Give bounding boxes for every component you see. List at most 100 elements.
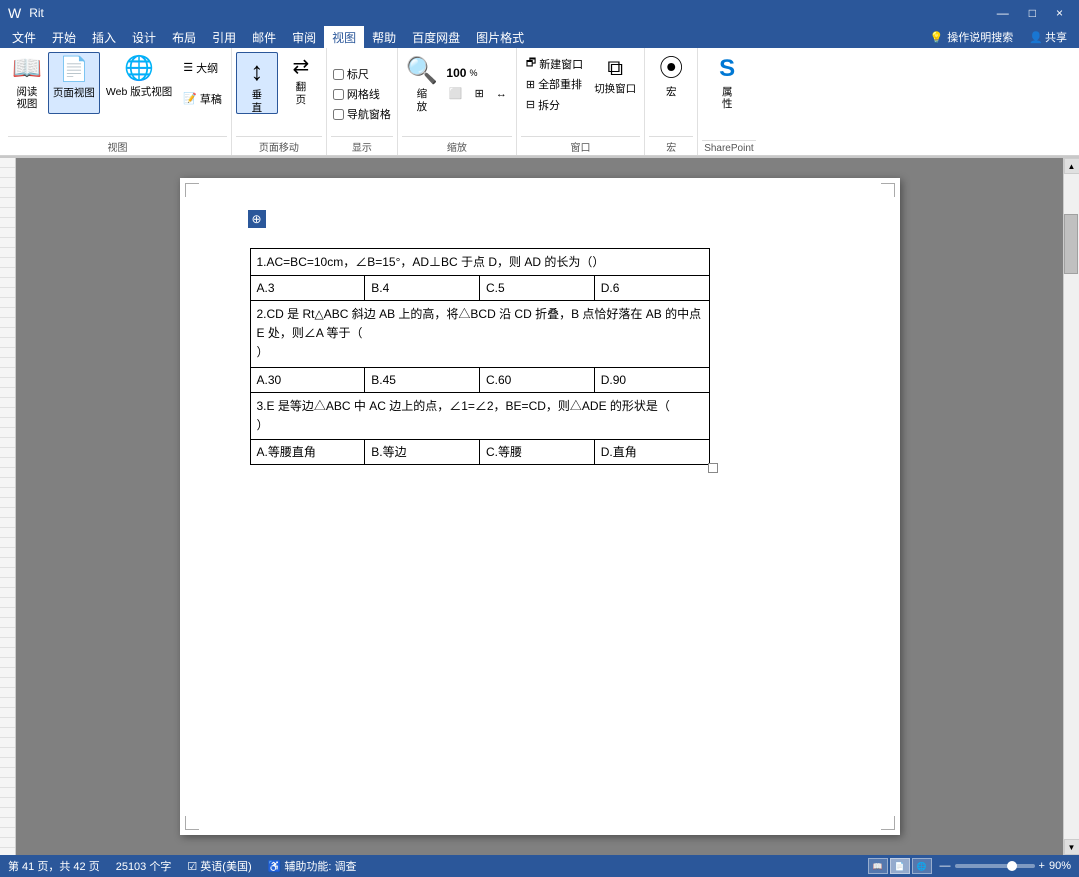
scroll-up-btn[interactable]: ▲ bbox=[1064, 158, 1079, 174]
zoom-minus-btn[interactable]: — bbox=[940, 860, 951, 872]
option-2b: B.45 bbox=[365, 367, 480, 392]
ruler-checkbox[interactable]: 标尺 bbox=[331, 65, 371, 83]
document-area[interactable]: ⊕ 1.AC=BC=10cm，∠B=15°，AD⊥BC 于点 D，则 AD 的长… bbox=[16, 158, 1063, 855]
zoom-level: 90% bbox=[1049, 860, 1071, 872]
ribbon-group-zoom: 🔍 缩放 100 % ⬜ ⊞ bbox=[398, 48, 517, 155]
share-btn[interactable]: 👤 共享 bbox=[1021, 29, 1075, 45]
window-controls: — □ × bbox=[989, 6, 1071, 20]
one-page-btn[interactable]: ⬜ bbox=[444, 84, 468, 103]
web-layout-status-btn[interactable]: 🌐 bbox=[912, 858, 932, 874]
read-mode-status-btn[interactable]: 📖 bbox=[868, 858, 888, 874]
accessibility-indicator: ♿ 辅助功能: 调查 bbox=[268, 858, 357, 874]
multi-page-btn[interactable]: ⊞ bbox=[470, 84, 489, 103]
nav-checkbox[interactable]: 导航窗格 bbox=[331, 105, 393, 123]
web-view-icon: 🌐 bbox=[124, 55, 154, 84]
menu-baidu[interactable]: 百度网盘 bbox=[404, 26, 468, 48]
question-table: 1.AC=BC=10cm，∠B=15°，AD⊥BC 于点 D，则 AD 的长为（… bbox=[250, 248, 710, 465]
scroll-down-btn[interactable]: ▼ bbox=[1064, 839, 1079, 855]
question-2: 2.CD 是 Rt△ABC 斜边 AB 上的高，将△BCD 沿 CD 折叠，B … bbox=[250, 301, 709, 368]
menu-help[interactable]: 帮助 bbox=[364, 26, 404, 48]
ribbon-group-window: 🗗 新建窗口 ⊞ 全部重排 ⊟ 拆分 ⧉ 切换窗口 bbox=[517, 48, 645, 155]
new-window-icon: 🗗 bbox=[526, 54, 536, 73]
scroll-track[interactable] bbox=[1064, 174, 1079, 839]
grid-check-input[interactable] bbox=[333, 89, 344, 100]
read-view-btn[interactable]: 📖 阅读视图 bbox=[8, 52, 46, 114]
menu-home[interactable]: 开始 bbox=[44, 26, 84, 48]
page-view-icon: 📄 bbox=[59, 56, 89, 85]
option-2a: A.30 bbox=[250, 367, 365, 392]
share-icon: 👤 bbox=[1029, 31, 1043, 44]
table-move-handle[interactable]: ⊕ bbox=[248, 210, 266, 228]
ruler-check-input[interactable] bbox=[333, 69, 344, 80]
vertical-ruler bbox=[0, 158, 16, 855]
menu-bar: 文件 开始 插入 设计 布局 引用 邮件 审阅 视图 帮助 百度网盘 图片格式 … bbox=[0, 26, 1079, 48]
table-row: 1.AC=BC=10cm，∠B=15°，AD⊥BC 于点 D，则 AD 的长为（… bbox=[250, 249, 709, 276]
page-width-btn[interactable]: ↔ bbox=[491, 84, 512, 103]
one-page-icon: ⬜ bbox=[449, 87, 463, 100]
switch-window-btn[interactable]: ⧉ 切换窗口 bbox=[590, 52, 640, 114]
menu-mailings[interactable]: 邮件 bbox=[244, 26, 284, 48]
lang-indicator: ☑ 英语(美国) bbox=[187, 858, 251, 874]
zoom-100-btn[interactable]: 100 % bbox=[444, 63, 480, 82]
ribbon-body: 📖 阅读视图 📄 页面视图 🌐 Web 版式视图 ☰ 大纲 bbox=[0, 48, 1079, 156]
option-2d: D.90 bbox=[594, 367, 709, 392]
table-row: A.3 B.4 C.5 D.6 bbox=[250, 276, 709, 301]
option-3a: A.等腰直角 bbox=[250, 439, 365, 464]
read-view-icon: 📖 bbox=[12, 55, 42, 84]
arrange-all-btn[interactable]: ⊞ 全部重排 bbox=[521, 75, 588, 94]
vertical-scrollbar: ▲ ▼ bbox=[1063, 158, 1079, 855]
split-icon: ⊟ bbox=[526, 98, 535, 111]
draft-btn[interactable]: 📝 草稿 bbox=[178, 89, 227, 108]
grid-checkbox[interactable]: 网格线 bbox=[331, 85, 382, 103]
print-layout-status-btn[interactable]: 📄 bbox=[890, 858, 910, 874]
split-btn[interactable]: ⊟ 拆分 bbox=[521, 96, 588, 115]
close-btn[interactable]: × bbox=[1048, 6, 1071, 20]
ribbon: 📖 阅读视图 📄 页面视图 🌐 Web 版式视图 ☰ 大纲 bbox=[0, 48, 1079, 158]
multi-page-icon: ⊞ bbox=[475, 87, 484, 100]
menu-review[interactable]: 审阅 bbox=[284, 26, 324, 48]
flip-page-icon: ⇄ bbox=[293, 55, 310, 79]
table-resize-handle[interactable] bbox=[708, 463, 718, 473]
word-count: 25103 个字 bbox=[116, 858, 172, 874]
option-1b: B.4 bbox=[365, 276, 480, 301]
zoom-plus-btn[interactable]: + bbox=[1039, 860, 1045, 872]
zoom-btn[interactable]: 🔍 缩放 bbox=[402, 52, 442, 114]
table-container: ⊕ 1.AC=BC=10cm，∠B=15°，AD⊥BC 于点 D，则 AD 的长… bbox=[250, 228, 710, 465]
new-window-btn[interactable]: 🗗 新建窗口 bbox=[521, 54, 588, 73]
table-row: A.30 B.45 C.60 D.90 bbox=[250, 367, 709, 392]
page-view-btn[interactable]: 📄 页面视图 bbox=[48, 52, 100, 114]
page-width-icon: ↔ bbox=[496, 88, 507, 100]
zoom-thumb[interactable] bbox=[1007, 861, 1017, 871]
minimize-btn[interactable]: — bbox=[989, 6, 1017, 20]
arrange-all-icon: ⊞ bbox=[526, 78, 535, 91]
menu-picture-format[interactable]: 图片格式 bbox=[468, 26, 532, 48]
menu-design[interactable]: 设计 bbox=[124, 26, 164, 48]
search-box[interactable]: 💡 操作说明搜索 bbox=[922, 29, 1022, 45]
option-1c: C.5 bbox=[480, 276, 595, 301]
menu-file[interactable]: 文件 bbox=[4, 26, 44, 48]
vertical-btn[interactable]: ↕ 垂直 bbox=[236, 52, 278, 114]
menu-layout[interactable]: 布局 bbox=[164, 26, 204, 48]
web-view-btn[interactable]: 🌐 Web 版式视图 bbox=[102, 52, 176, 114]
menu-view[interactable]: 视图 bbox=[324, 26, 364, 48]
table-row: 3.E 是等边△ABC 中 AC 边上的点，∠1=∠2，BE=CD，则△ADE … bbox=[250, 392, 709, 439]
menu-references[interactable]: 引用 bbox=[204, 26, 244, 48]
scroll-thumb[interactable] bbox=[1064, 214, 1078, 274]
ribbon-group-sharepoint: S 属性 SharePoint bbox=[698, 48, 759, 155]
macro-btn[interactable]: ⦿ 宏 bbox=[649, 52, 693, 114]
option-3b: B.等边 bbox=[365, 439, 480, 464]
title-text: Rit bbox=[29, 6, 44, 20]
outline-btn[interactable]: ☰ 大纲 bbox=[178, 58, 227, 77]
option-2c: C.60 bbox=[480, 367, 595, 392]
option-3c: C.等腰 bbox=[480, 439, 595, 464]
zoom-label: 缩放 bbox=[402, 136, 512, 155]
flip-page-btn[interactable]: ⇄ 翻页 bbox=[280, 52, 322, 114]
nav-check-input[interactable] bbox=[333, 109, 344, 120]
ribbon-group-view: 📖 阅读视图 📄 页面视图 🌐 Web 版式视图 ☰ 大纲 bbox=[4, 48, 232, 155]
sharepoint-icon: S bbox=[719, 55, 735, 84]
zoom-track[interactable] bbox=[955, 864, 1035, 868]
sharepoint-btn[interactable]: S 属性 bbox=[702, 52, 752, 114]
menu-insert[interactable]: 插入 bbox=[84, 26, 124, 48]
page-info: 第 41 页，共 42 页 bbox=[8, 858, 100, 874]
maximize-btn[interactable]: □ bbox=[1021, 6, 1044, 20]
